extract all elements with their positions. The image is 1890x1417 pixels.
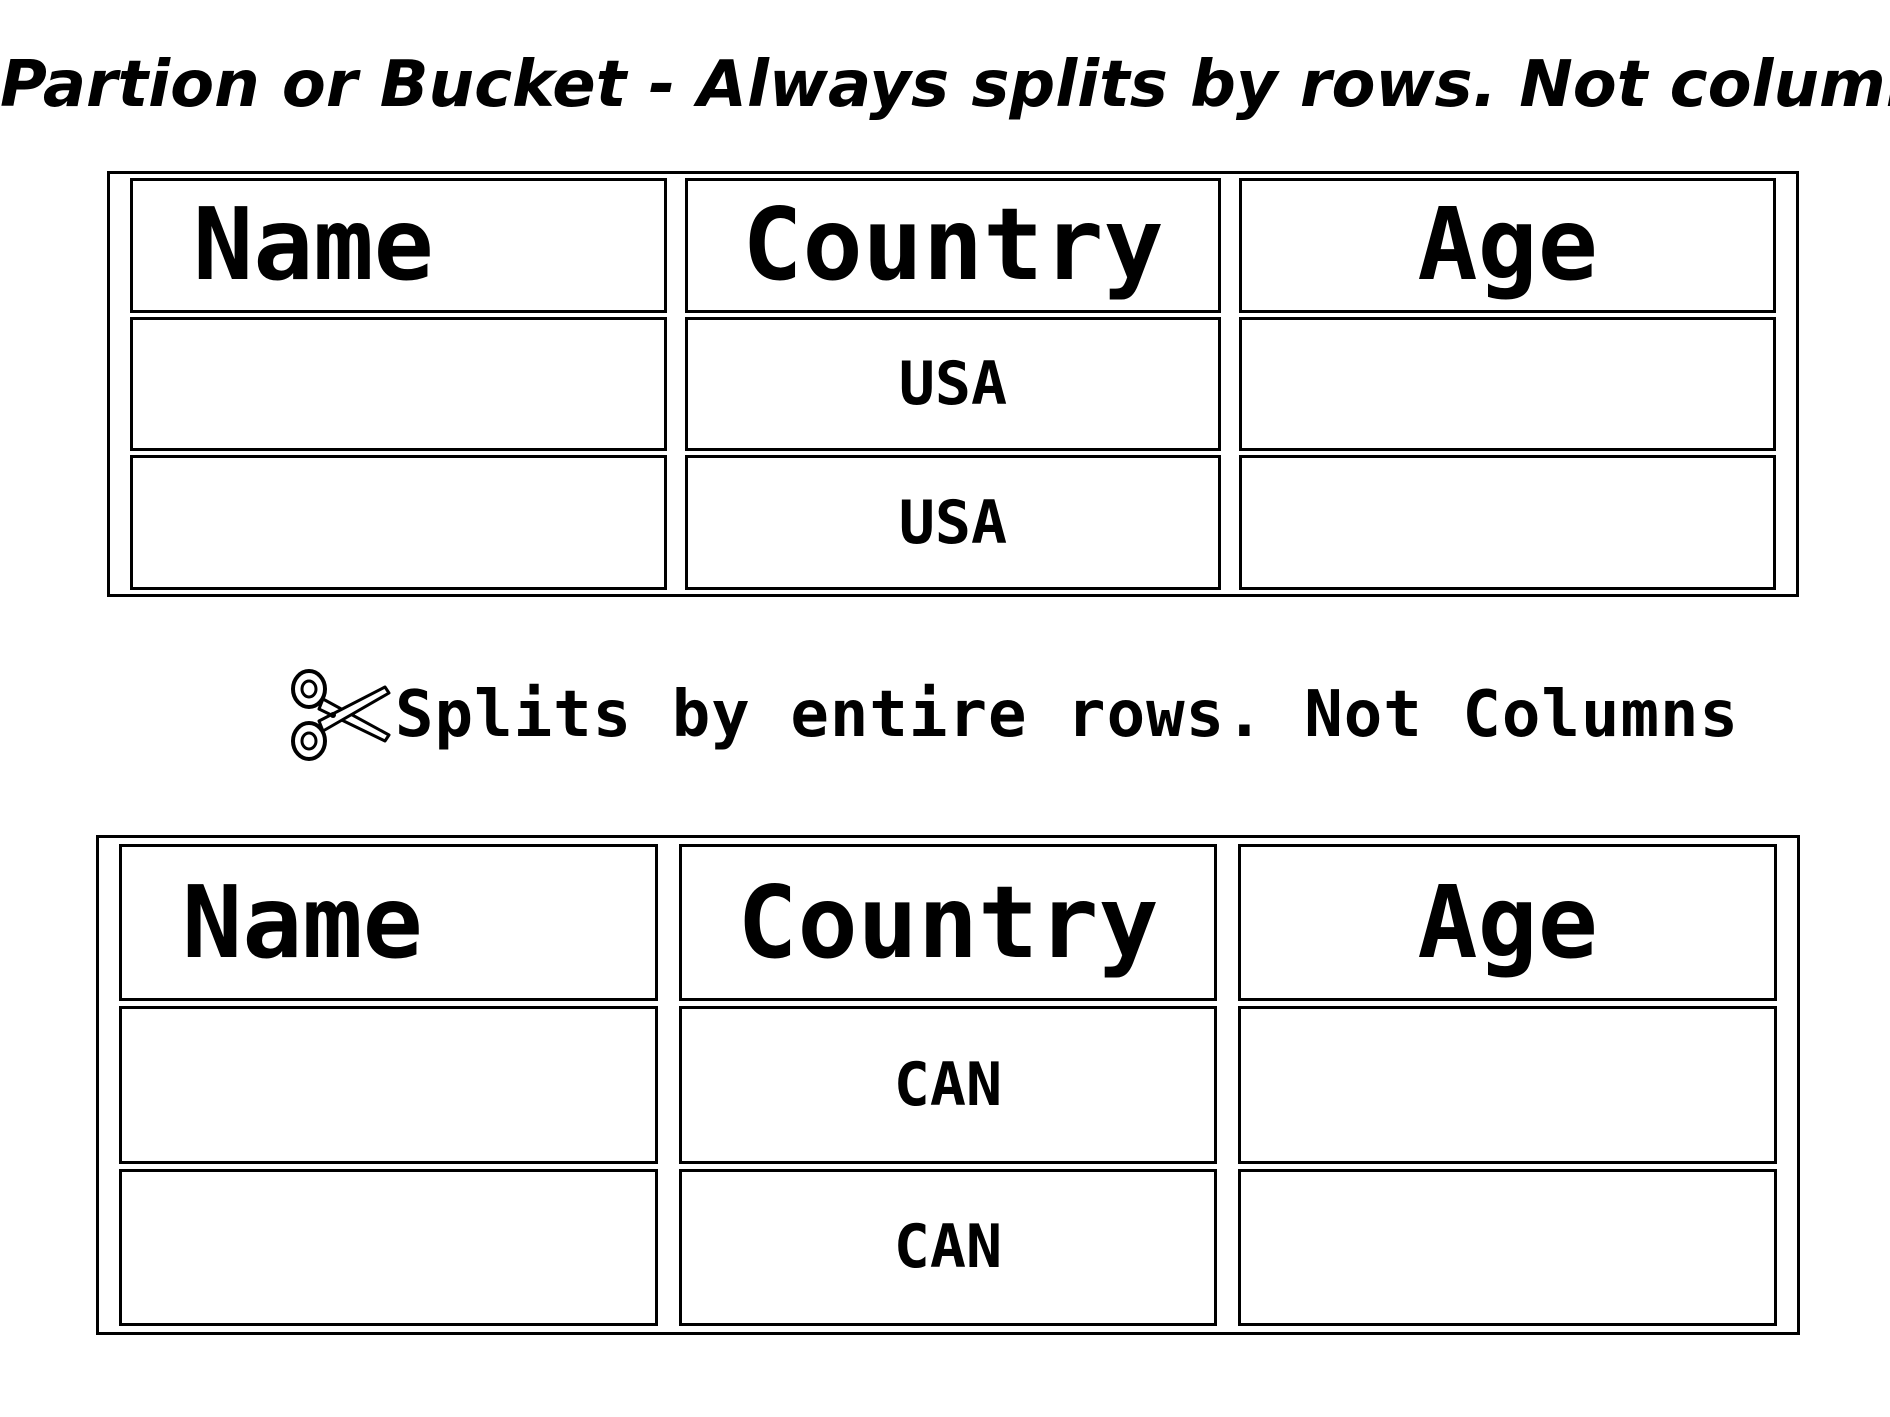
scissors-icon (291, 669, 391, 761)
header-country: Country (678, 844, 1218, 1002)
cell-country: USA (684, 455, 1222, 590)
cell-country: USA (684, 316, 1222, 452)
cell-age (1238, 1168, 1777, 1326)
cell-age (1238, 1006, 1777, 1164)
header-age: Age (1238, 844, 1777, 1002)
page-title: Partion or Bucket - Always splits by row… (0, 48, 1890, 122)
cell-name (130, 455, 667, 590)
caption-text: Splits by entire rows. Not Columns (395, 678, 1740, 752)
cell-age (1239, 316, 1776, 452)
partition-table-usa: Name Country Age USA USA (107, 171, 1799, 597)
partition-table-can: Name Country Age CAN CAN (96, 835, 1800, 1335)
header-name: Name (119, 844, 658, 1002)
split-caption: Splits by entire rows. Not Columns (285, 665, 1739, 765)
header-age: Age (1239, 178, 1776, 313)
header-name: Name (130, 178, 667, 313)
cell-name (119, 1168, 658, 1326)
cell-name (119, 1006, 658, 1164)
cell-name (130, 316, 667, 452)
header-country: Country (684, 178, 1222, 313)
cell-country: CAN (678, 1006, 1218, 1164)
cell-country: CAN (678, 1168, 1218, 1326)
cell-age (1239, 455, 1776, 590)
